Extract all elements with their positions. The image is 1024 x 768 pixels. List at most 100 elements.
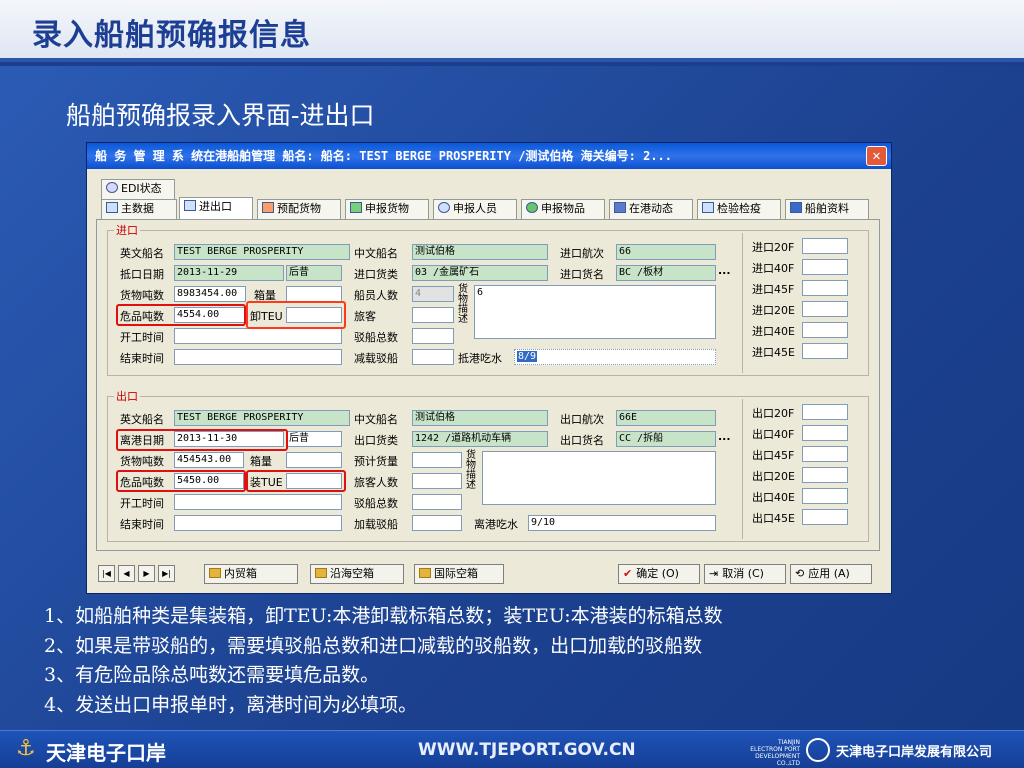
intl-empty-button[interactable]: 国际空箱 xyxy=(414,564,504,584)
domestic-box-button[interactable]: 内贸箱 xyxy=(204,564,298,584)
people-icon xyxy=(438,202,450,213)
bottom-toolbar: |◀ ◀ ▶ ▶| 内贸箱 沿海空箱 国际空箱 ✔ 确定 (O) ⇥ 取消 (C) … xyxy=(96,563,880,587)
export-end-field[interactable] xyxy=(174,515,342,531)
tab-declared-cargo[interactable]: 申报货物 xyxy=(345,199,429,219)
export-cn-name-field[interactable]: 测试伯格 xyxy=(412,410,548,426)
prev-record-button[interactable]: ◀ xyxy=(118,565,135,582)
cancel-button[interactable]: ⇥ 取消 (C) xyxy=(704,564,786,584)
export-group: 出口 英文船名 TEST BERGE PROSPERITY 中文船名 测试伯格 … xyxy=(107,388,869,542)
export-barge-total-field[interactable] xyxy=(412,494,462,510)
export-teu-highlight xyxy=(246,470,346,492)
import-45f-field[interactable] xyxy=(802,280,848,296)
apply-button[interactable]: ⟲ 应用 (A) xyxy=(790,564,872,584)
import-40e-label: 进口40E xyxy=(752,325,795,338)
export-planned-label: 预计货量 xyxy=(354,455,398,468)
export-barge-add-field[interactable] xyxy=(412,515,462,531)
import-arrive-tail-field[interactable]: 后昔 xyxy=(286,265,342,281)
tab-edi-status[interactable]: EDI状态 xyxy=(101,179,175,199)
close-button[interactable]: ✕ xyxy=(866,146,887,166)
export-desc-field[interactable] xyxy=(482,451,716,505)
export-tonnage-field[interactable]: 454543.00 xyxy=(174,452,244,468)
import-arrive-date-field[interactable]: 2013-11-29 xyxy=(174,265,284,281)
import-crew-field[interactable]: 4 xyxy=(412,286,454,302)
import-draft-field[interactable]: 8/9 xyxy=(514,349,716,365)
import-45e-field[interactable] xyxy=(802,343,848,359)
export-leave-tail-field[interactable]: 后昔 xyxy=(286,431,342,447)
document-icon xyxy=(702,202,714,213)
import-start-field[interactable] xyxy=(174,328,342,344)
import-goods-field[interactable]: BC /板材 xyxy=(616,265,716,281)
import-desc-field[interactable]: 6 xyxy=(474,285,716,339)
export-start-field[interactable] xyxy=(174,494,342,510)
import-tonnage-label: 货物吨数 xyxy=(120,289,164,302)
import-barge-reduce-field[interactable] xyxy=(412,349,454,365)
export-goods-more-button[interactable]: ... xyxy=(718,430,731,443)
first-record-button[interactable]: |◀ xyxy=(98,565,115,582)
note-item: 2、如果是带驳船的，需要填驳船总数和进口减载的驳船数，出口加载的驳船数 xyxy=(44,634,703,657)
export-40e-label: 出口40E xyxy=(752,491,795,504)
import-cargo-type-field[interactable]: 03 /金属矿石 xyxy=(412,265,548,281)
import-45e-label: 进口45E xyxy=(752,346,795,359)
tab-ship-info[interactable]: 船舶资料 xyxy=(785,199,869,219)
tab-declared-crew[interactable]: 申报人员 xyxy=(433,199,517,219)
domestic-box-label: 内贸箱 xyxy=(224,567,257,580)
import-20f-label: 进口20F xyxy=(752,241,795,254)
export-passenger-field[interactable] xyxy=(412,473,462,489)
tab-declared-items[interactable]: 申报物品 xyxy=(521,199,605,219)
edi-icon xyxy=(106,182,118,193)
export-start-label: 开工时间 xyxy=(120,497,164,510)
export-en-name-field[interactable]: TEST BERGE PROSPERITY xyxy=(174,410,350,426)
export-20f-field[interactable] xyxy=(802,404,848,420)
import-40f-field[interactable] xyxy=(802,259,848,275)
import-cn-name-field[interactable]: 测试伯格 xyxy=(412,244,548,260)
import-voyage-field[interactable]: 66 xyxy=(616,244,716,260)
check-icon: ✔ xyxy=(623,567,633,580)
import-tonnage-field[interactable]: 8983454.00 xyxy=(174,286,246,302)
tab-port-dynamics[interactable]: 在港动态 xyxy=(609,199,693,219)
ok-button[interactable]: ✔ 确定 (O) xyxy=(618,564,700,584)
next-record-button[interactable]: ▶ xyxy=(138,565,155,582)
import-40f-label: 进口40F xyxy=(752,262,795,275)
export-20e-label: 出口20E xyxy=(752,470,795,483)
export-draft-field[interactable]: 9/10 xyxy=(528,515,716,531)
coastal-empty-button[interactable]: 沿海空箱 xyxy=(310,564,404,584)
tab-main-data[interactable]: 主数据 xyxy=(101,199,177,219)
footer-company: 天津电子口岸发展有限公司 xyxy=(836,745,993,760)
import-end-field[interactable] xyxy=(174,349,342,365)
tab-label: 船舶资料 xyxy=(805,202,849,215)
export-20e-field[interactable] xyxy=(802,467,848,483)
export-boxes-field[interactable] xyxy=(286,452,342,468)
import-boxes-field[interactable] xyxy=(286,286,342,302)
import-goods-more-button[interactable]: ... xyxy=(718,264,731,277)
import-20f-field[interactable] xyxy=(802,238,848,254)
footer-en-line: TIANJIN xyxy=(777,739,800,746)
export-45f-field[interactable] xyxy=(802,446,848,462)
export-45e-field[interactable] xyxy=(802,509,848,525)
import-start-label: 开工时间 xyxy=(120,331,164,344)
window-title: 船 务 管 理 系 统在港船舶管理 船名: 船名: TEST BERGE PRO… xyxy=(87,143,891,169)
import-en-name-field[interactable]: TEST BERGE PROSPERITY xyxy=(174,244,350,260)
export-goods-field[interactable]: CC /拆船 xyxy=(616,431,716,447)
export-40e-field[interactable] xyxy=(802,488,848,504)
import-group-title: 进口 xyxy=(114,222,140,238)
import-40e-field[interactable] xyxy=(802,322,848,338)
export-voyage-field[interactable]: 66E xyxy=(616,410,716,426)
tab-planned-cargo[interactable]: 预配货物 xyxy=(257,199,341,219)
note-item: 4、发送出口申报单时，离港时间为必填项。 xyxy=(44,693,418,716)
footer-en-line: DEVELOPMENT CO.,LTD xyxy=(755,753,800,767)
tab-import-export[interactable]: 进出口 xyxy=(179,197,253,219)
export-40f-field[interactable] xyxy=(802,425,848,441)
import-passenger-field[interactable] xyxy=(412,307,454,323)
last-record-button[interactable]: ▶| xyxy=(158,565,175,582)
import-barge-total-field[interactable] xyxy=(412,328,454,344)
tab-inspection[interactable]: 检验检疫 xyxy=(697,199,781,219)
export-planned-field[interactable] xyxy=(412,452,462,468)
import-20e-field[interactable] xyxy=(802,301,848,317)
export-voyage-label: 出口航次 xyxy=(560,413,604,426)
export-cargo-type-field[interactable]: 1242 /道路机动车辆 xyxy=(412,431,548,447)
export-group-title: 出口 xyxy=(114,388,140,404)
note-item: 1、如船舶种类是集装箱，卸TEU:本港卸载标箱总数；装TEU:本港装的标箱总数 xyxy=(44,605,723,627)
import-draft-label: 抵港吃水 xyxy=(458,352,502,365)
import-divider xyxy=(742,233,743,373)
coastal-empty-label: 沿海空箱 xyxy=(330,567,374,580)
